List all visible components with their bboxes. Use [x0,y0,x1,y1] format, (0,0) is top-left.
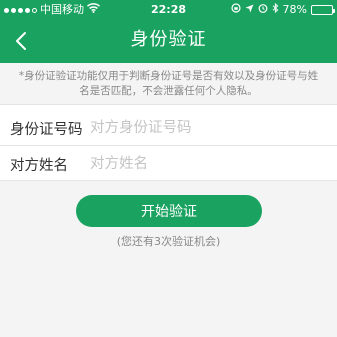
id-number-label: 身份证号码 [10,121,83,138]
name-label: 对方姓名 [10,157,68,174]
privacy-notice: *身份证验证功能仅用于判断身份证号是否有效以及身份证号与姓名是否匹配，不会泄露任… [18,70,319,97]
battery-percent: 78% [282,3,307,16]
status-bar: 中国移动 22:28 78% [0,0,337,20]
id-number-input[interactable] [86,113,337,143]
name-row: 对方姓名 [0,145,337,183]
start-verification-button[interactable]: 开始验证 [76,195,262,227]
battery-icon [311,5,335,15]
name-input[interactable] [86,149,337,179]
header-bar: 中国移动 22:28 78% 身份验证 [0,0,337,63]
page-title: 身份验证 [130,29,207,50]
bluetooth-icon [272,0,279,20]
alarm-icon [258,0,268,20]
lock-rotation-icon [230,0,241,20]
status-right: 78% [230,0,335,20]
remaining-attempts-hint: (您还有3次验证机会) [116,235,221,248]
nav-bar: 身份验证 [0,20,337,63]
verification-form: 身份证号码 对方姓名 [0,104,337,181]
id-number-row: 身份证号码 [0,109,337,147]
location-arrow-icon [245,0,254,20]
